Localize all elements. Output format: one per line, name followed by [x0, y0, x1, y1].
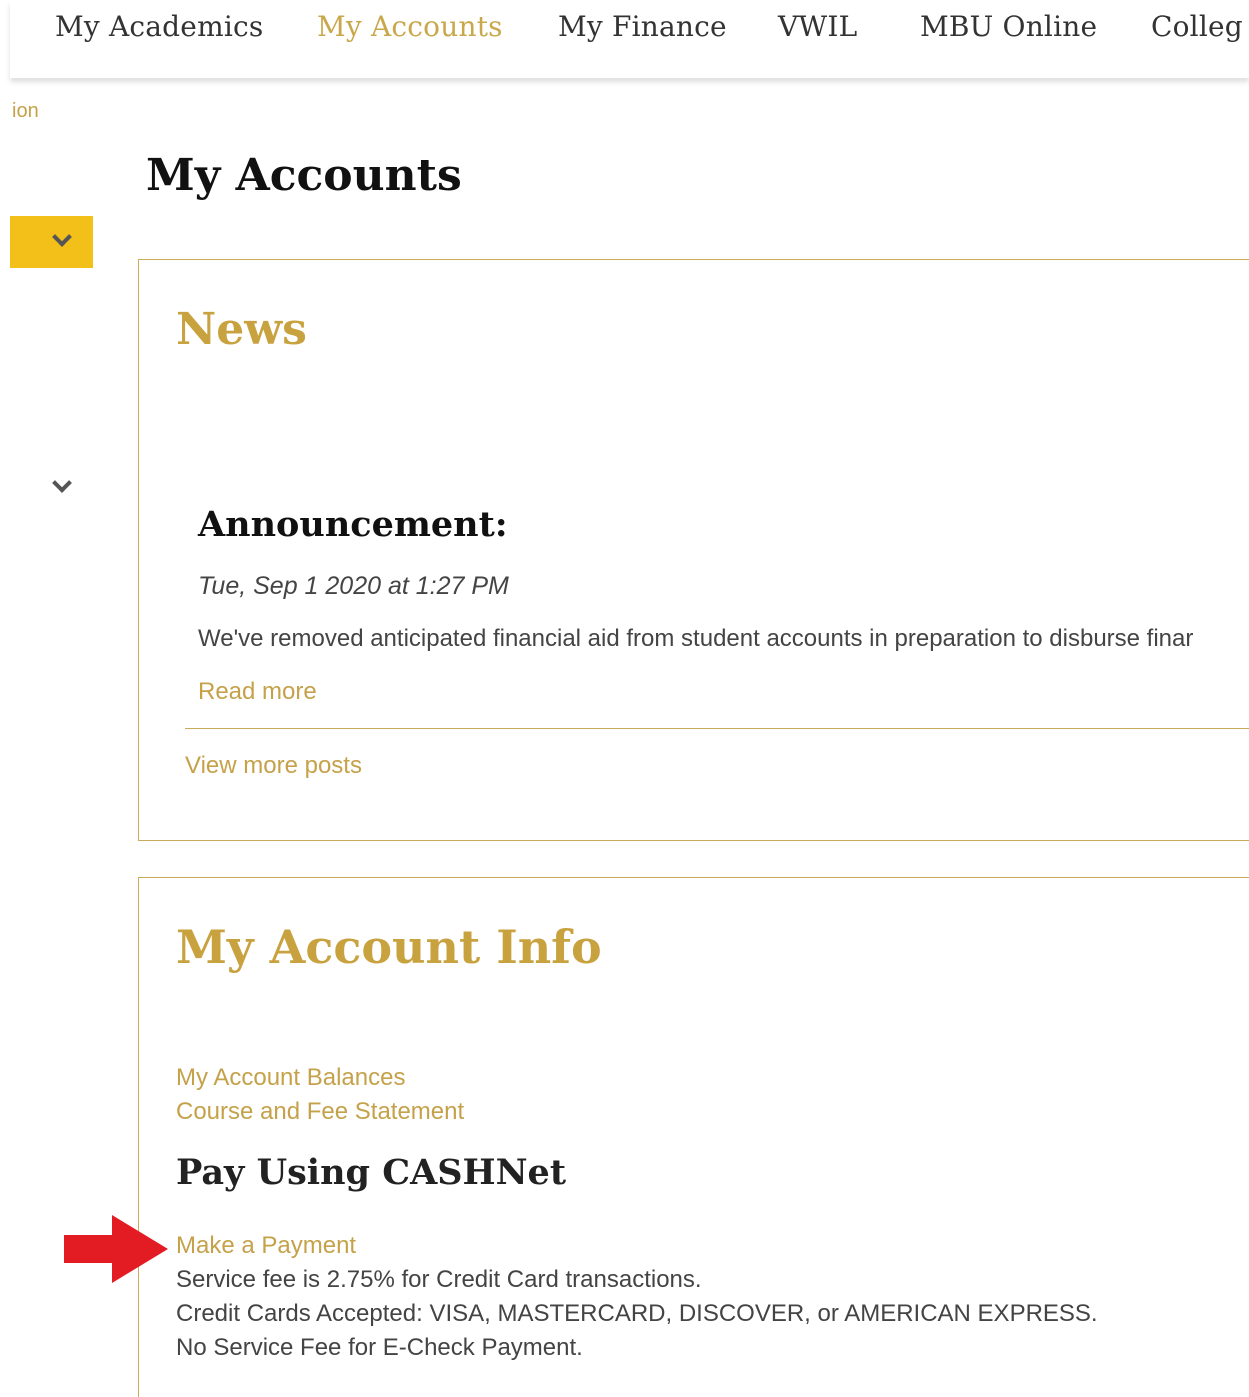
credit-cards-note: Credit Cards Accepted: VISA, MASTERCARD,… — [176, 1300, 1098, 1327]
account-balances-link[interactable]: My Account Balances — [176, 1064, 405, 1092]
nav-item-colleges[interactable]: Colleg — [1151, 10, 1243, 43]
sidebar-menu-toggle[interactable] — [10, 216, 93, 268]
nav-item-my-academics[interactable]: My Academics — [55, 10, 263, 43]
nav-item-my-accounts[interactable]: My Accounts — [317, 10, 503, 43]
read-more-link[interactable]: Read more — [198, 678, 317, 706]
announcement-body: We've removed anticipated financial aid … — [198, 625, 1194, 652]
course-fee-statement-link[interactable]: Course and Fee Statement — [176, 1098, 464, 1126]
nav-item-mbu-online[interactable]: MBU Online — [920, 10, 1097, 43]
arrow-right-icon — [64, 1215, 168, 1283]
page-title: My Accounts — [146, 150, 462, 201]
account-info-heading: My Account Info — [176, 920, 602, 974]
news-heading: News — [176, 304, 307, 355]
news-panel: News Announcement: Tue, Sep 1 2020 at 1:… — [138, 259, 1249, 841]
make-payment-link[interactable]: Make a Payment — [176, 1232, 356, 1260]
echeck-note: No Service Fee for E-Check Payment. — [176, 1334, 583, 1361]
nav-item-my-finance[interactable]: My Finance — [558, 10, 727, 43]
breadcrumb[interactable]: ion — [12, 100, 39, 123]
sidebar-section-toggle[interactable] — [45, 473, 75, 498]
chevron-down-icon — [52, 473, 72, 493]
chevron-down-icon — [52, 227, 72, 247]
announcement-date: Tue, Sep 1 2020 at 1:27 PM — [198, 572, 509, 600]
announcement-title: Announcement: — [198, 504, 508, 545]
view-more-posts-link[interactable]: View more posts — [185, 752, 362, 780]
account-info-panel: My Account Info My Account Balances Cour… — [138, 877, 1249, 1397]
cashnet-heading: Pay Using CASHNet — [176, 1152, 566, 1193]
top-navigation: My Academics My Accounts My Finance VWIL… — [10, 0, 1249, 78]
news-divider — [185, 728, 1249, 729]
nav-item-vwil[interactable]: VWIL — [778, 10, 857, 43]
service-fee-note: Service fee is 2.75% for Credit Card tra… — [176, 1266, 702, 1293]
